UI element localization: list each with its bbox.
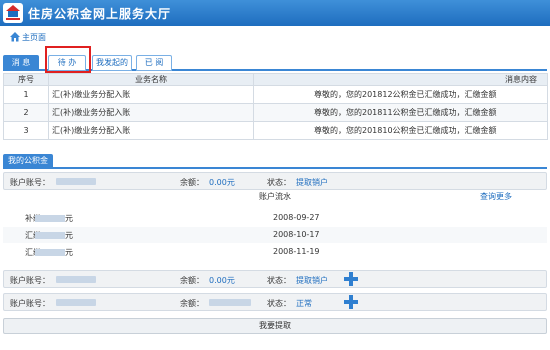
account-row[interactable]: 账户账号： 余额： 状态： 正常 xyxy=(3,293,547,311)
message-content[interactable]: 尊敬的，您的201810公积金已汇缴成功，汇缴金额 xyxy=(253,121,548,140)
query-more-link[interactable]: 查询更多 xyxy=(480,191,512,202)
home-label: 主页面 xyxy=(22,32,46,42)
account-number-label: 账户账号： xyxy=(10,276,50,285)
balance-label: 余额： xyxy=(180,299,204,308)
home-link[interactable]: 主页面 xyxy=(10,30,46,44)
flow-row: 补缴 元 2008-09-27 xyxy=(3,210,547,226)
my-fund-section-title: 我的公积金 xyxy=(3,154,53,168)
highlight-annotation xyxy=(45,46,91,73)
app-title: 住房公积金网上服务大厅 xyxy=(28,7,172,21)
row-number: 3 xyxy=(3,121,49,140)
message-content[interactable]: 尊敬的，您的201811公积金已汇缴成功，汇缴金额 xyxy=(253,103,548,122)
tab-messages[interactable]: 消 息 xyxy=(3,55,39,71)
row-number: 2 xyxy=(3,103,49,122)
redacted-amount xyxy=(35,232,65,239)
table-row[interactable]: 2 汇(补)缴业务分配入账 尊敬的，您的201811公积金已汇缴成功，汇缴金额 xyxy=(3,103,548,122)
account-flow-title: 账户流水 xyxy=(259,192,291,201)
redacted-amount xyxy=(35,215,65,222)
status-value: 正常 xyxy=(296,299,312,308)
account-number-label: 账户账号： xyxy=(10,299,50,308)
section-divider xyxy=(3,167,547,169)
message-content[interactable]: 尊敬的，您的201812公积金已汇缴成功，汇缴金额 xyxy=(253,85,548,104)
column-header-content: 消息内容 xyxy=(253,73,548,86)
status-label: 状态： xyxy=(267,276,291,285)
redacted-account-number xyxy=(56,299,96,306)
business-name[interactable]: 汇(补)缴业务分配入账 xyxy=(48,121,254,140)
balance-label: 余额： xyxy=(180,178,204,187)
balance-label: 余额： xyxy=(180,276,204,285)
balance-value: 0.00元 xyxy=(209,178,235,187)
flow-unit: 元 xyxy=(65,248,73,257)
redacted-balance xyxy=(209,299,251,306)
redacted-account-number xyxy=(56,276,96,283)
flow-date: 2008-09-27 xyxy=(273,213,320,222)
redacted-amount xyxy=(35,249,65,256)
tab-initiated[interactable]: 我发起的 xyxy=(92,55,132,71)
status-value: 提取销户 xyxy=(296,276,328,285)
account-row[interactable]: 账户账号： 余额： 0.00元 状态： 提取销户 xyxy=(3,270,547,288)
message-table: 序号 业务名称 消息内容 1 汇(补)缴业务分配入账 尊敬的，您的201812公… xyxy=(3,73,548,140)
business-name[interactable]: 汇(补)缴业务分配入账 xyxy=(48,85,254,104)
status-label: 状态： xyxy=(267,178,291,187)
flow-unit: 元 xyxy=(65,214,73,223)
flow-date: 2008-10-17 xyxy=(273,230,320,239)
flow-row: 汇缴 元 2008-10-17 xyxy=(3,227,547,243)
status-label: 状态： xyxy=(267,299,291,308)
app-header: 住房公积金网上服务大厅 xyxy=(0,0,550,26)
expand-plus-icon[interactable] xyxy=(344,272,358,286)
table-header-row: 序号 业务名称 消息内容 xyxy=(3,73,548,86)
tab-read[interactable]: 已 阅 xyxy=(136,55,172,71)
extract-button[interactable]: 我要提取 xyxy=(3,318,547,334)
table-row[interactable]: 1 汇(补)缴业务分配入账 尊敬的，您的201812公积金已汇缴成功，汇缴金额 xyxy=(3,85,548,104)
flow-unit: 元 xyxy=(65,231,73,240)
flow-date: 2008-11-19 xyxy=(273,247,320,256)
flow-row: 汇缴 元 2008-11-19 xyxy=(3,244,547,260)
housing-fund-logo-icon xyxy=(3,3,23,23)
expand-plus-icon[interactable] xyxy=(344,295,358,309)
row-number: 1 xyxy=(3,85,49,104)
business-name[interactable]: 汇(补)缴业务分配入账 xyxy=(48,103,254,122)
column-header-no: 序号 xyxy=(3,73,49,86)
account-number-label: 账户账号： xyxy=(10,178,50,187)
balance-value: 0.00元 xyxy=(209,276,235,285)
home-icon xyxy=(10,32,20,42)
account-row[interactable]: 账户账号： 余额： 0.00元 状态： 提取销户 xyxy=(3,172,547,190)
redacted-account-number xyxy=(56,178,96,185)
column-header-business: 业务名称 xyxy=(48,73,254,86)
table-row[interactable]: 3 汇(补)缴业务分配入账 尊敬的，您的201810公积金已汇缴成功，汇缴金额 xyxy=(3,121,548,140)
status-value: 提取销户 xyxy=(296,178,328,187)
